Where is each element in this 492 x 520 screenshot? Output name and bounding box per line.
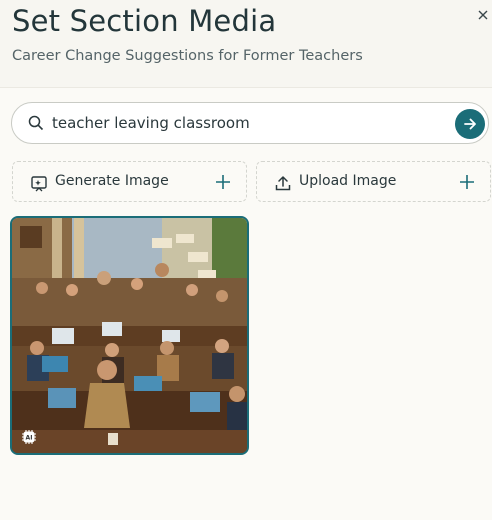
image-result-thumbnail[interactable]: AI <box>10 216 249 455</box>
search-submit-button[interactable] <box>455 109 485 139</box>
plus-icon <box>216 175 230 189</box>
generate-image-button[interactable]: Generate Image <box>12 161 247 202</box>
close-button[interactable] <box>474 6 492 24</box>
search-bar <box>11 102 489 144</box>
ai-chip-icon: AI <box>22 430 36 444</box>
search-input[interactable] <box>52 111 442 135</box>
plus-icon <box>460 175 474 189</box>
dialog-title: Set Section Media <box>12 4 277 38</box>
upload-image-button[interactable]: Upload Image <box>256 161 491 202</box>
upload-icon <box>275 176 291 191</box>
ai-image-icon <box>31 176 47 192</box>
svg-text:AI: AI <box>26 435 33 442</box>
result-image <box>12 218 247 453</box>
upload-image-label: Upload Image <box>299 173 397 189</box>
dialog-header: Set Section Media Career Change Suggesti… <box>0 0 492 88</box>
dialog-subtitle: Career Change Suggestions for Former Tea… <box>12 48 363 64</box>
arrow-right-icon <box>464 118 476 130</box>
generate-image-label: Generate Image <box>55 173 169 189</box>
search-icon <box>28 115 44 131</box>
close-icon <box>478 10 488 20</box>
